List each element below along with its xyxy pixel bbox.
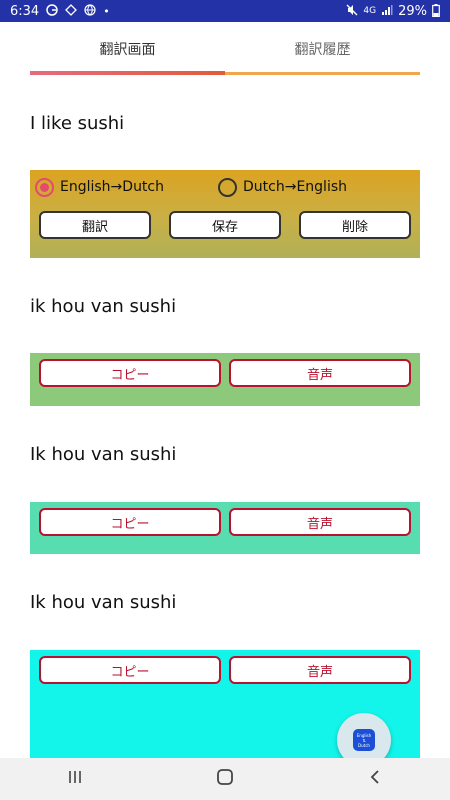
language-swap-icon: English ⇅ Dutch — [353, 729, 375, 751]
status-right: 4G 29% — [346, 3, 440, 19]
status-time: 6:34 — [10, 3, 40, 19]
google-icon — [46, 4, 58, 18]
delete-button[interactable]: 削除 — [299, 211, 411, 239]
network-icon: 4G — [363, 5, 377, 16]
copy-button-3[interactable]: コピー — [39, 656, 221, 684]
direction-radio-group: English→Dutch Dutch→English — [35, 176, 415, 198]
radio-dutch-to-english-label: Dutch→English — [243, 179, 347, 195]
globe-icon — [84, 4, 96, 18]
tab-active-indicator — [30, 71, 225, 75]
radio-unchecked-icon — [218, 177, 237, 197]
input-text[interactable]: I like sushi — [30, 113, 124, 134]
result-buttons-3: コピー 音声 — [39, 656, 411, 684]
audio-button-2[interactable]: 音声 — [229, 508, 411, 536]
radio-english-to-dutch-label: English→Dutch — [60, 179, 164, 195]
signal-icon — [381, 4, 393, 18]
tab-history[interactable]: 翻訳履歴 — [225, 22, 420, 76]
recent-apps-icon — [67, 769, 83, 789]
tab-bar: 翻訳画面 翻訳履歴 — [30, 22, 420, 76]
result-text-1: ik hou van sushi — [30, 296, 177, 317]
audio-button-3[interactable]: 音声 — [229, 656, 411, 684]
result-buttons-1: コピー 音声 — [39, 359, 411, 387]
battery-icon — [432, 3, 440, 19]
navigation-icon — [65, 4, 78, 18]
radio-english-to-dutch[interactable]: English→Dutch — [35, 176, 218, 198]
audio-button-1[interactable]: 音声 — [229, 359, 411, 387]
result-text-3: Ik hou van sushi — [30, 592, 177, 613]
radio-dutch-to-english[interactable]: Dutch→English — [218, 176, 401, 198]
copy-button-1[interactable]: コピー — [39, 359, 221, 387]
save-button[interactable]: 保存 — [169, 211, 281, 239]
result-panel-1: コピー 音声 — [30, 353, 420, 406]
fab-line-3: Dutch — [358, 742, 370, 748]
status-left: 6:34 • — [10, 4, 110, 19]
battery-percent: 29% — [398, 3, 427, 19]
status-bar: 6:34 • 4G 29% — [0, 0, 450, 22]
result-buttons-2: コピー 音声 — [39, 508, 411, 536]
tab-translate-label: 翻訳画面 — [99, 42, 156, 58]
copy-button-2[interactable]: コピー — [39, 508, 221, 536]
back-button[interactable] — [345, 764, 405, 794]
radio-checked-icon — [35, 177, 54, 197]
back-icon — [368, 769, 382, 789]
translate-panel: English→Dutch Dutch→English 翻訳 保存 削除 — [30, 170, 420, 258]
recent-apps-button[interactable] — [45, 764, 105, 794]
system-nav-bar — [0, 758, 450, 800]
action-buttons: 翻訳 保存 削除 — [39, 211, 411, 239]
home-button[interactable] — [195, 764, 255, 794]
result-text-2: Ik hou van sushi — [30, 444, 177, 465]
home-icon — [216, 768, 234, 790]
result-panel-2: コピー 音声 — [30, 502, 420, 554]
tab-translate[interactable]: 翻訳画面 — [30, 22, 225, 76]
dot-icon: • — [103, 4, 110, 18]
translate-button[interactable]: 翻訳 — [39, 211, 151, 239]
tab-history-label: 翻訳履歴 — [294, 42, 351, 58]
mute-icon — [346, 4, 358, 18]
